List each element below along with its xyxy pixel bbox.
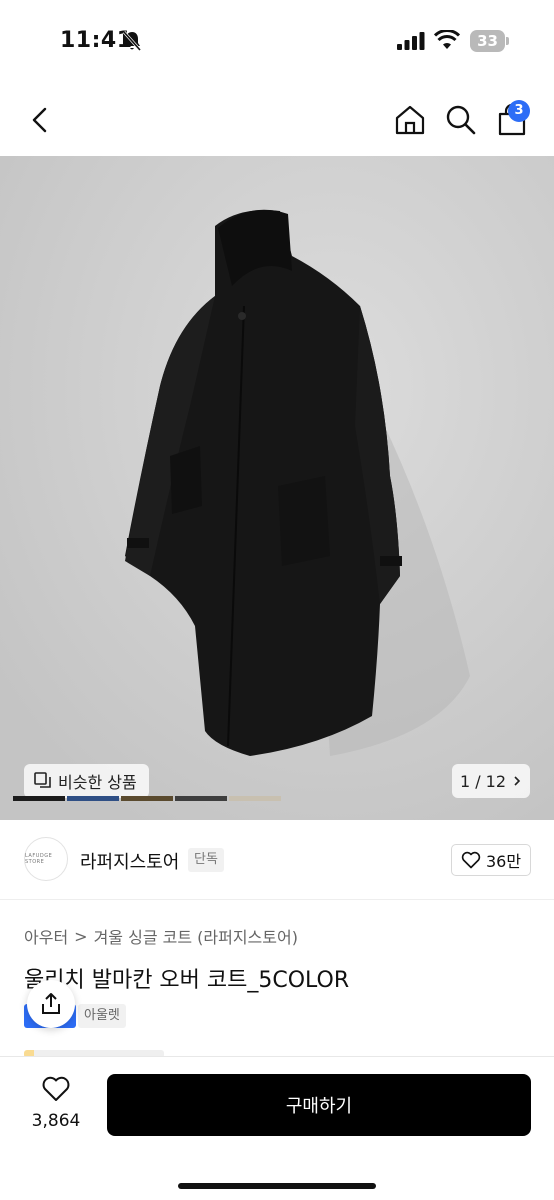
store-logo[interactable]: LAFUDGE STORE — [24, 837, 68, 881]
swatch-beige[interactable] — [229, 796, 281, 801]
wifi-icon — [434, 30, 460, 49]
product-title: 울리치 발마칸 오버 코트_5COLOR — [24, 968, 350, 993]
wishlist-button[interactable]: 3,864 — [26, 1075, 86, 1131]
exclusive-tag: 단독 — [188, 848, 224, 872]
search-icon[interactable] — [443, 102, 479, 138]
similar-products-label: 비슷한 상품 — [58, 773, 137, 792]
product-image-coat — [0, 156, 554, 820]
heart-outline-icon — [461, 851, 481, 869]
category-outer[interactable]: 아우터 — [24, 924, 68, 948]
share-button[interactable] — [27, 980, 75, 1028]
cart-count-badge: 3 — [508, 100, 530, 122]
battery-indicator: 33 — [470, 30, 510, 52]
image-pager-text: 1 / 12 — [459, 771, 507, 791]
wishlist-count: 3,864 — [31, 1111, 81, 1131]
swatch-brown[interactable] — [121, 796, 173, 801]
bell-muted-icon — [122, 31, 142, 51]
heart-outline-icon — [42, 1076, 70, 1101]
outlet-tag: 아울렛 — [78, 1004, 126, 1028]
cellular-signal-icon — [397, 32, 425, 50]
buy-button[interactable]: 구매하기 — [107, 1074, 531, 1136]
similar-products-button[interactable]: 비슷한 상품 — [24, 764, 149, 798]
battery-level: 33 — [477, 32, 498, 50]
store-row: LAFUDGE STORE 라퍼지스토어 단독 36만 — [0, 820, 554, 900]
copy-squares-icon — [34, 772, 51, 788]
home-icon[interactable] — [392, 102, 428, 138]
product-image-carousel[interactable]: 비슷한 상품 1 / 12 — [0, 156, 554, 820]
status-bar: 11:41 33 — [0, 0, 554, 84]
image-pager-button[interactable]: 1 / 12 — [452, 764, 530, 798]
chevron-right-icon — [514, 776, 521, 786]
category-winter-coat[interactable]: 겨울 싱글 코트 (라퍼지스토어) — [94, 924, 298, 948]
swatch-black[interactable] — [13, 796, 65, 801]
color-swatch-strip — [13, 796, 281, 801]
top-nav — [0, 84, 554, 156]
store-logo-text: LAFUDGE STORE — [25, 853, 53, 865]
bottom-action-bar: 3,864 구매하기 — [0, 1056, 554, 1200]
store-name[interactable]: 라퍼지스토어 — [80, 848, 179, 874]
breadcrumb-separator: > — [74, 926, 88, 946]
store-like-button[interactable]: 36만 — [451, 844, 531, 876]
share-icon — [42, 993, 60, 1014]
store-like-count: 36만 — [485, 852, 522, 871]
swatch-blue[interactable] — [67, 796, 119, 801]
back-arrow-icon[interactable] — [22, 102, 58, 138]
swatch-charcoal[interactable] — [175, 796, 227, 801]
breadcrumb: 아우터 > 겨울 싱글 코트 (라퍼지스토어) — [24, 924, 298, 948]
home-indicator — [178, 1183, 376, 1189]
